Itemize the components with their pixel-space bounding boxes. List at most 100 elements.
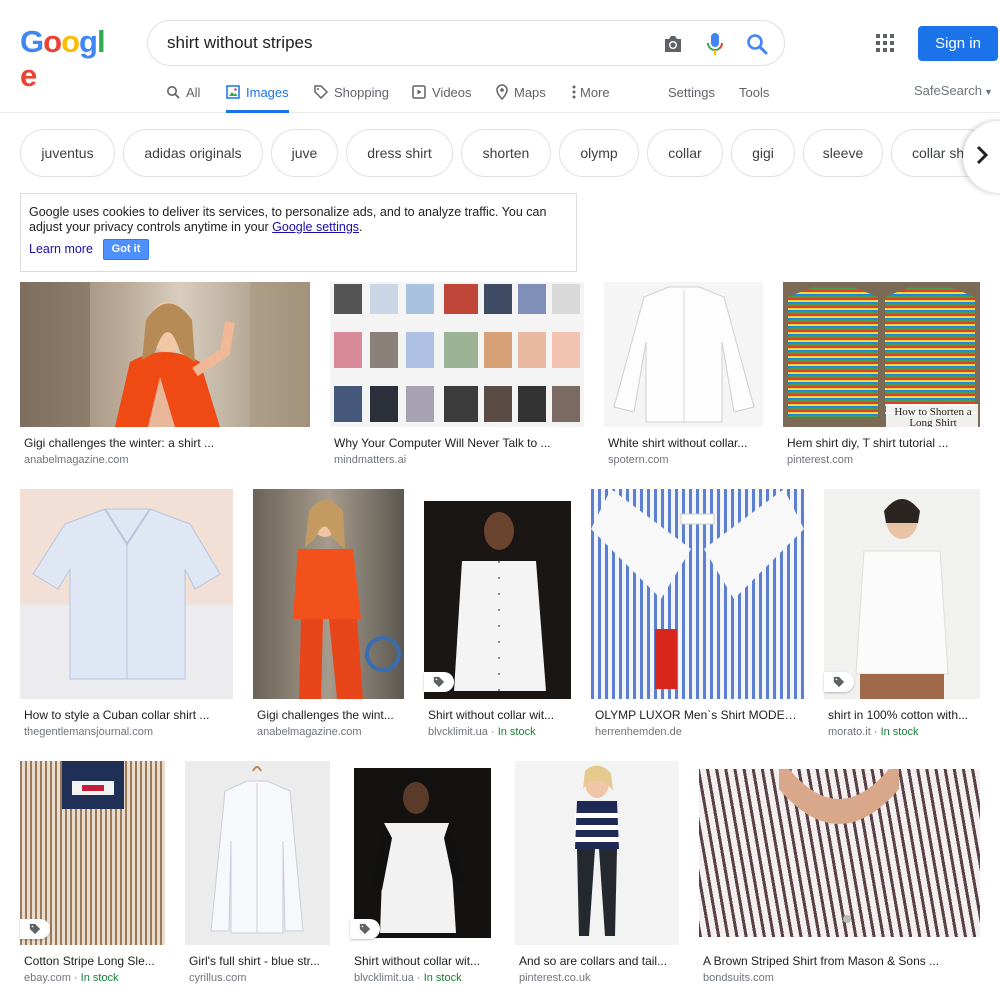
image-result[interactable]: OLYMP LUXOR Men`s Shirt MODER... herrenh… xyxy=(591,489,804,744)
result-caption[interactable]: White shirt without collar... xyxy=(608,436,760,450)
result-thumbnail[interactable] xyxy=(515,761,679,945)
result-caption[interactable]: Girl's full shirt - blue str... xyxy=(189,954,327,968)
chip[interactable]: olymp xyxy=(559,129,639,177)
google-logo[interactable]: Google xyxy=(20,24,112,93)
result-thumbnail[interactable] xyxy=(591,489,804,699)
result-source: cyrillus.com xyxy=(189,972,247,984)
result-source: morato.it · In stock xyxy=(828,726,919,738)
sign-in-button[interactable]: Sign in xyxy=(918,26,998,61)
chip[interactable]: adidas originals xyxy=(123,129,263,177)
result-caption[interactable]: Why Your Computer Will Never Talk to ... xyxy=(334,436,574,450)
result-caption[interactable]: A Brown Striped Shirt from Mason & Sons … xyxy=(703,954,963,968)
chip[interactable]: juve xyxy=(271,129,338,177)
search-tabs: All Images Shopping Videos Maps More Set… xyxy=(0,72,1000,113)
caret-down-icon: ▼ xyxy=(983,87,993,97)
result-caption[interactable]: Hem shirt diy, T shirt tutorial ... xyxy=(787,436,977,450)
result-thumbnail[interactable] xyxy=(604,282,763,427)
chip[interactable]: juventus xyxy=(20,129,115,177)
image-result[interactable]: Gigi challenges the wint... anabelmagazi… xyxy=(253,489,404,744)
result-caption[interactable]: Shirt without collar wit... xyxy=(354,954,492,968)
tab-settings[interactable]: Settings xyxy=(668,72,715,112)
logo-letter: o xyxy=(61,24,80,59)
image-result[interactable]: shirt in 100% cotton with... morato.it ·… xyxy=(824,489,980,744)
result-source: blvcklimit.ua · In stock xyxy=(354,972,462,984)
tab-maps[interactable]: Maps xyxy=(496,72,546,112)
map-pin-icon xyxy=(496,84,508,100)
result-caption[interactable]: And so are collars and tail... xyxy=(519,954,676,968)
image-result[interactable]: Gigi challenges the winter: a shirt ... … xyxy=(20,282,310,472)
chip[interactable]: gigi xyxy=(731,129,795,177)
apps-grid-icon[interactable] xyxy=(873,31,897,55)
logo-letter: l xyxy=(96,24,106,59)
white-shirt-image xyxy=(613,286,755,423)
image-result[interactable]: And so are collars and tail... pinterest… xyxy=(515,761,679,991)
more-vert-icon xyxy=(572,85,576,99)
search-box[interactable]: shirt without stripes xyxy=(147,20,785,66)
result-source: thegentlemansjournal.com xyxy=(24,726,154,738)
result-source: spotern.com xyxy=(608,454,669,466)
chip[interactable]: shorten xyxy=(461,129,551,177)
images-icon xyxy=(226,85,240,99)
learn-more-link[interactable]: Learn more xyxy=(29,242,93,257)
result-caption[interactable]: shirt in 100% cotton with... xyxy=(828,708,978,722)
search-icon[interactable] xyxy=(744,31,770,57)
product-tag-icon xyxy=(20,919,50,939)
result-caption[interactable]: Gigi challenges the wint... xyxy=(257,708,401,722)
image-result[interactable]: Girl's full shirt - blue str... cyrillus… xyxy=(185,761,330,991)
result-caption[interactable]: Cotton Stripe Long Sle... xyxy=(24,954,162,968)
chip[interactable]: sleeve xyxy=(803,129,883,177)
result-thumbnail[interactable] xyxy=(253,489,404,699)
result-caption[interactable]: How to style a Cuban collar shirt ... xyxy=(24,708,224,722)
result-thumbnail[interactable] xyxy=(354,768,491,938)
chip[interactable]: collar xyxy=(647,129,723,177)
result-thumbnail[interactable] xyxy=(424,501,571,699)
tab-tools[interactable]: Tools xyxy=(739,72,769,112)
tab-label: Shopping xyxy=(334,84,389,100)
tab-images[interactable]: Images xyxy=(226,72,289,113)
tag-icon xyxy=(314,85,328,99)
image-result[interactable]: Cotton Stripe Long Sle... ebay.com · In … xyxy=(20,761,165,991)
cookie-text-end: . xyxy=(359,220,363,234)
result-caption[interactable]: Gigi challenges the winter: a shirt ... xyxy=(24,436,224,450)
result-thumbnail[interactable]: How to Shorten a Long Shirt xyxy=(783,282,980,427)
image-result[interactable]: Shirt without collar wit... blvcklimit.u… xyxy=(350,761,495,991)
result-source: ebay.com · In stock xyxy=(24,972,119,984)
man-white-shirt-image xyxy=(454,512,546,691)
image-result[interactable]: A Brown Striped Shirt from Mason & Sons … xyxy=(699,761,980,991)
result-thumbnail[interactable] xyxy=(330,282,584,427)
result-thumbnail[interactable] xyxy=(20,282,310,427)
result-thumbnail[interactable] xyxy=(699,769,980,937)
brown-striped-collar-image xyxy=(779,769,899,923)
camera-icon[interactable] xyxy=(660,31,686,57)
tab-videos[interactable]: Videos xyxy=(412,72,472,112)
chip[interactable]: dress shirt xyxy=(346,129,453,177)
result-thumbnail[interactable] xyxy=(185,761,330,945)
image-result[interactable]: Why Your Computer Will Never Talk to ...… xyxy=(330,282,584,472)
result-caption[interactable]: OLYMP LUXOR Men`s Shirt MODER... xyxy=(595,708,800,722)
result-caption[interactable]: Shirt without collar wit... xyxy=(428,708,568,722)
in-stock-label: In stock xyxy=(80,972,119,984)
product-tag-icon xyxy=(350,919,380,939)
search-input[interactable]: shirt without stripes xyxy=(167,33,313,53)
tab-more[interactable]: More xyxy=(572,72,610,112)
tab-all[interactable]: All xyxy=(166,72,200,112)
in-stock-label: In stock xyxy=(423,972,462,984)
search-icon xyxy=(166,85,180,99)
source-domain: blvcklimit.ua xyxy=(354,972,414,984)
image-result[interactable]: White shirt without collar... spotern.co… xyxy=(604,282,763,472)
microphone-icon[interactable] xyxy=(702,31,728,57)
image-result[interactable]: How to Shorten a Long Shirt Hem shirt di… xyxy=(783,282,980,472)
source-domain: ebay.com xyxy=(24,972,71,984)
result-thumbnail[interactable] xyxy=(20,489,233,699)
result-thumbnail[interactable] xyxy=(20,761,165,945)
got-it-button[interactable]: Got it xyxy=(103,239,149,260)
image-result[interactable]: Shirt without collar wit... blvcklimit.u… xyxy=(424,489,571,744)
safesearch-menu[interactable]: SafeSearch ▼ xyxy=(914,83,993,98)
play-icon xyxy=(412,85,426,99)
tab-shopping[interactable]: Shopping xyxy=(314,72,389,112)
google-settings-link[interactable]: Google settings xyxy=(272,220,359,234)
result-source: bondsuits.com xyxy=(703,972,774,984)
result-thumbnail[interactable] xyxy=(824,489,980,699)
image-result[interactable]: How to style a Cuban collar shirt ... th… xyxy=(20,489,233,744)
tab-label: Videos xyxy=(432,84,472,100)
